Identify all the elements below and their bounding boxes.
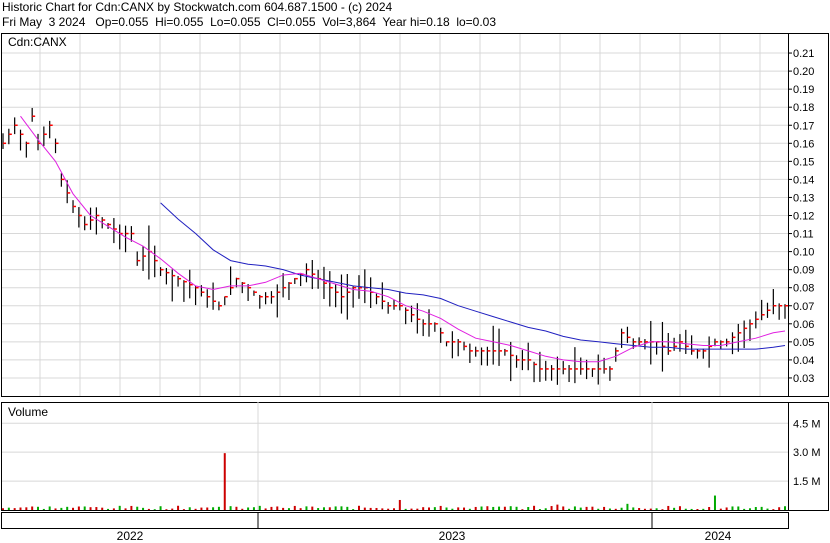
price-tick-label: 0.18 — [793, 102, 814, 114]
price-bars — [2, 107, 788, 385]
date-axis-frame — [1, 512, 789, 529]
ma-long-line — [160, 202, 786, 350]
volume-panel-title: Volume — [8, 405, 48, 419]
price-tick-label: 0.15 — [793, 156, 814, 168]
volume-tick-label: 1.5 M — [793, 476, 821, 488]
price-tick-label: 0.21 — [793, 48, 814, 60]
price-tick-label: 0.10 — [793, 247, 814, 259]
year-label: 2022 — [117, 529, 144, 543]
stock-chart: Cdn:CANX Volume 0.21 0.20 0.19 0.18 0.17 0.16… — [1, 33, 829, 543]
price-tick-label: 0.07 — [793, 301, 814, 313]
price-tick-label: 0.11 — [793, 229, 814, 241]
price-tick-label: 0.14 — [793, 174, 814, 186]
price-tick-label: 0.05 — [793, 337, 814, 349]
price-tick-label: 0.04 — [793, 355, 814, 367]
price-tick-label: 0.03 — [793, 373, 814, 385]
volume-tick-label: 3.0 M — [793, 447, 821, 459]
year-label: 2024 — [705, 529, 732, 543]
price-tick-label: 0.08 — [793, 283, 814, 295]
price-tick-label: 0.12 — [793, 211, 814, 223]
price-tick-label: 0.16 — [793, 138, 814, 150]
volume-axis-ticks: 4.5 M 3.0 M 1.5 M — [793, 418, 821, 488]
price-panel-title: Cdn:CANX — [8, 35, 67, 49]
year-label: 2023 — [439, 529, 466, 543]
price-tick-label: 0.09 — [793, 265, 814, 277]
price-tick-label: 0.06 — [793, 319, 814, 331]
volume-grid — [2, 402, 788, 510]
price-tick-label: 0.17 — [793, 120, 814, 132]
price-axis-ticks: 0.21 0.20 0.19 0.18 0.17 0.16 0.15 0.14 0.13 0.12… — [788, 48, 814, 385]
price-tick-label: 0.13 — [793, 192, 814, 204]
price-tick-label: 0.20 — [793, 66, 814, 78]
volume-tick-label: 4.5 M — [793, 418, 821, 430]
date-axis-labels: 2022 2023 2024 — [117, 512, 732, 543]
price-tick-label: 0.19 — [793, 84, 814, 96]
ma-short-line — [20, 115, 786, 363]
volume-panel-frame — [1, 402, 789, 511]
